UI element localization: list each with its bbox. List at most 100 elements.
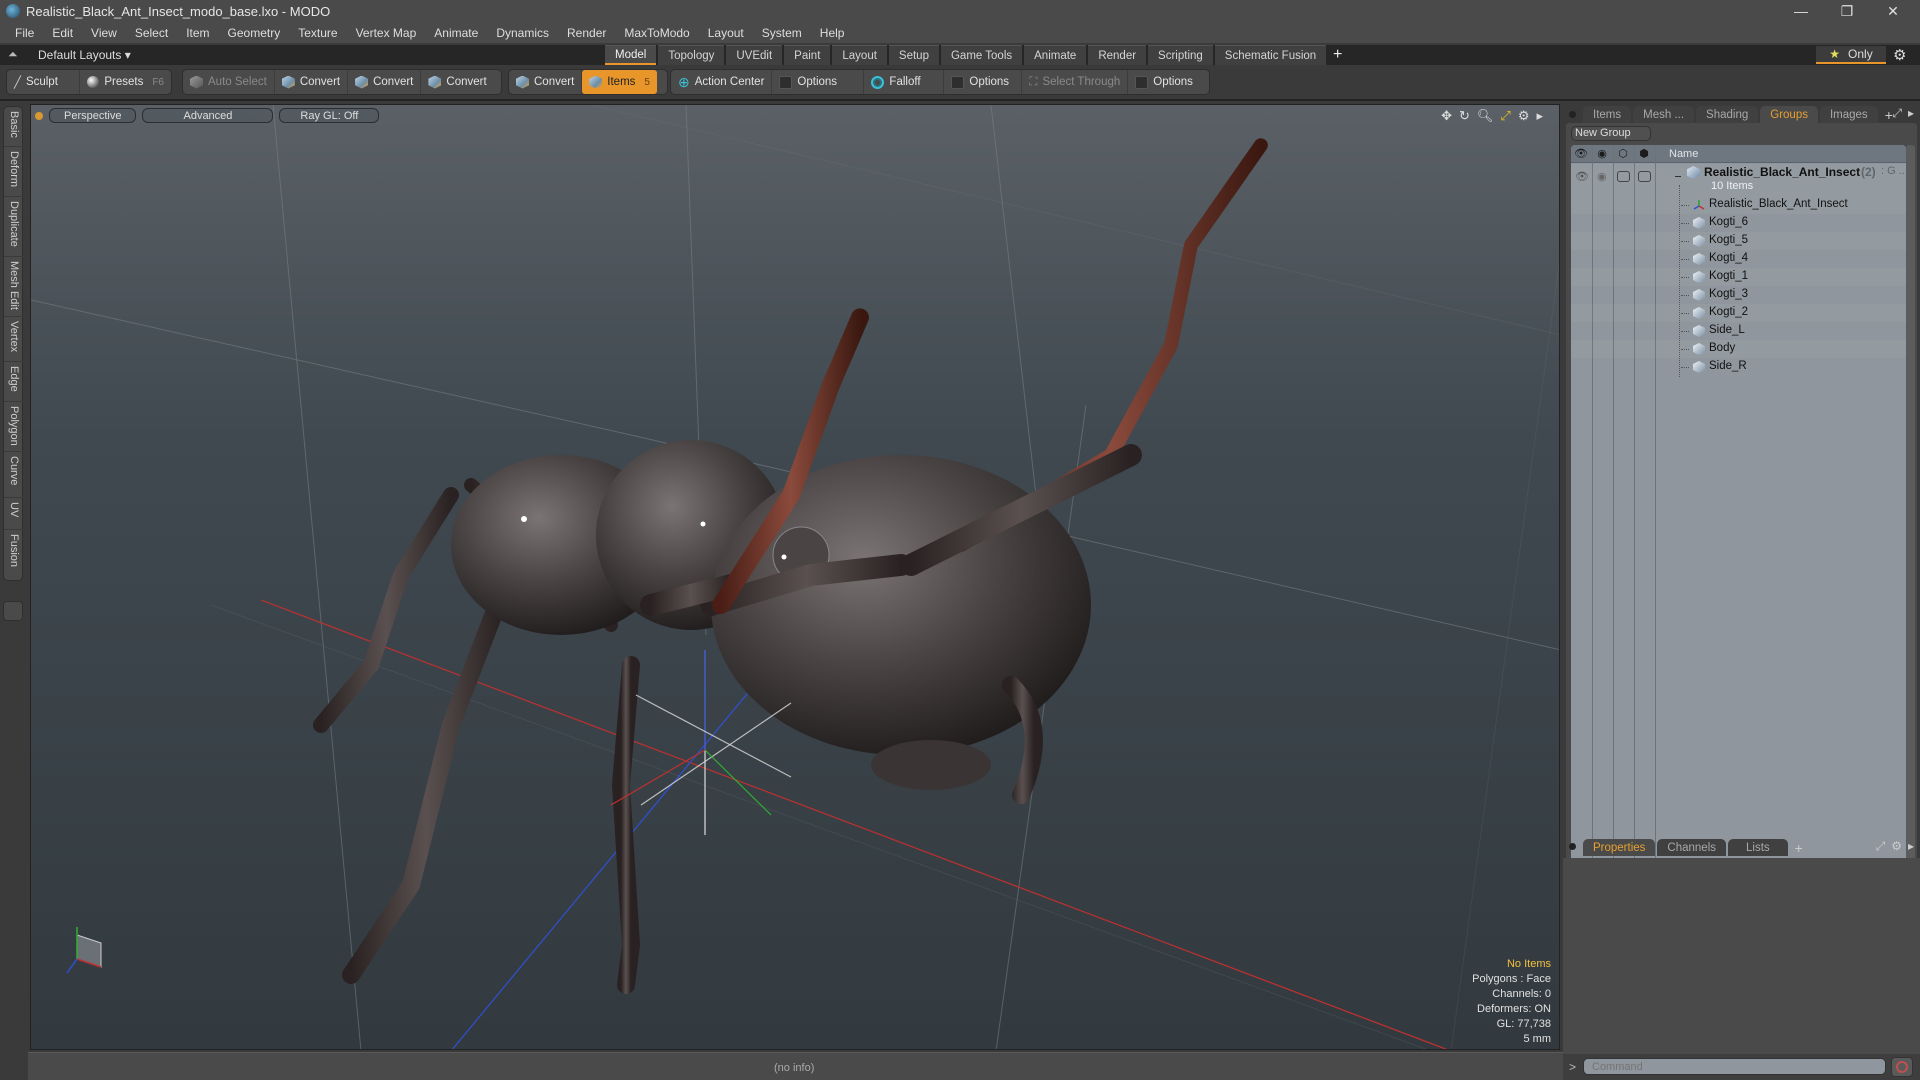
lock-toggle[interactable] <box>1617 171 1630 182</box>
list-item[interactable]: Kogti_6 <box>1571 214 1906 232</box>
select-column-icon[interactable]: ⬢ <box>1635 147 1653 160</box>
record-macro-button[interactable] <box>1891 1057 1913 1077</box>
menu-geometry[interactable]: Geometry <box>219 26 290 40</box>
menu-edit[interactable]: Edit <box>43 26 82 40</box>
convert-button-1[interactable]: Convert <box>275 70 349 94</box>
add-panel-tab-button[interactable]: + <box>1790 840 1808 856</box>
rotate-icon[interactable]: ↻ <box>1459 108 1470 124</box>
3d-viewport[interactable]: Perspective Advanced Ray GL: Off ✥ ↻ 🔍︎ … <box>30 104 1560 1050</box>
panel-gear-icon[interactable]: ⚙ <box>1891 839 1902 854</box>
new-group-button[interactable]: New Group <box>1571 126 1651 141</box>
presets-button[interactable]: Presets F6 <box>80 70 171 94</box>
tab-channels[interactable]: Channels <box>1657 839 1727 856</box>
tab-lists[interactable]: Lists <box>1728 839 1788 856</box>
maximize-icon[interactable]: ⤢ <box>1500 108 1510 124</box>
tab-animate[interactable]: Animate <box>1024 45 1087 65</box>
list-item[interactable]: Kogti_2 <box>1571 304 1906 322</box>
menu-render[interactable]: Render <box>558 26 615 40</box>
layout-expand-icon[interactable]: ⏶ <box>8 47 18 62</box>
list-item[interactable]: Kogti_3 <box>1571 286 1906 304</box>
menu-system[interactable]: System <box>753 26 811 40</box>
add-tab-button[interactable]: + <box>1333 45 1342 65</box>
menu-select[interactable]: Select <box>126 26 177 40</box>
panel-menu-dot[interactable] <box>1569 111 1576 118</box>
tab-mesh[interactable]: Mesh ... <box>1633 106 1695 123</box>
vtab-vertex[interactable]: Vertex <box>4 317 24 362</box>
layouts-dropdown[interactable]: Default Layouts ▾ <box>38 48 131 62</box>
menu-vertex-map[interactable]: Vertex Map <box>347 26 426 40</box>
tab-model[interactable]: Model <box>605 45 657 65</box>
vtab-uv[interactable]: UV <box>4 498 24 530</box>
tab-shading[interactable]: Shading <box>1696 106 1759 123</box>
visibility-column-icon[interactable]: 👁︎ <box>1572 147 1590 160</box>
view-mode-dropdown[interactable]: Perspective <box>49 108 137 123</box>
command-input[interactable] <box>1583 1058 1886 1075</box>
minimize-button[interactable]: — <box>1778 0 1824 22</box>
vtab-deform[interactable]: Deform <box>4 147 24 197</box>
tab-setup[interactable]: Setup <box>888 45 939 65</box>
tab-images[interactable]: Images <box>1819 106 1878 123</box>
viewport-menu-dot[interactable] <box>35 111 43 120</box>
list-item[interactable]: Realistic_Black_Ant_Insect <box>1571 196 1906 214</box>
action-center-options[interactable]: Options <box>772 70 865 94</box>
shading-dropdown[interactable]: Advanced <box>142 108 274 123</box>
items-mode-button[interactable]: Items 5 <box>582 70 657 94</box>
sculpt-button[interactable]: ╱ Sculpt <box>7 70 81 94</box>
vtab-duplicate[interactable]: Duplicate <box>4 197 24 257</box>
panel-menu-dot[interactable] <box>1569 843 1576 850</box>
menu-dynamics[interactable]: Dynamics <box>487 26 558 40</box>
restore-button[interactable]: ❐ <box>1824 0 1870 22</box>
vtab-mesh-edit[interactable]: Mesh Edit <box>4 257 24 317</box>
render-column-icon[interactable]: ◉ <box>1593 147 1611 160</box>
zoom-icon[interactable]: 🔍︎ <box>1477 108 1494 124</box>
tab-items[interactable]: Items <box>1583 106 1632 123</box>
menu-view[interactable]: View <box>82 26 126 40</box>
convert-button-4[interactable]: Convert <box>509 70 583 94</box>
list-item[interactable]: Kogti_5 <box>1571 232 1906 250</box>
action-center-button[interactable]: ⊕ Action Center <box>671 70 773 94</box>
convert-button-2[interactable]: Convert <box>348 70 422 94</box>
list-item[interactable]: Kogti_4 <box>1571 250 1906 268</box>
raygl-toggle[interactable]: Ray GL: Off <box>279 108 380 123</box>
visibility-eye-icon[interactable]: 👁︎ <box>1575 170 1589 183</box>
list-item[interactable]: Body <box>1571 340 1906 358</box>
auto-select-button[interactable]: Auto Select <box>183 70 275 94</box>
panel-arrow-icon[interactable]: ▸ <box>1908 839 1914 854</box>
vtab-edge[interactable]: Edge <box>4 362 24 402</box>
menu-item[interactable]: Item <box>177 26 218 40</box>
menu-help[interactable]: Help <box>811 26 854 40</box>
select-through-button[interactable]: ⛶ Select Through <box>1022 70 1129 94</box>
vtab-basic[interactable]: Basic <box>4 107 24 147</box>
close-button[interactable]: ✕ <box>1870 0 1916 22</box>
expand-panel-icon[interactable]: ⤢ <box>1892 106 1902 121</box>
list-item[interactable]: Side_L <box>1571 322 1906 340</box>
falloff-options[interactable]: Options <box>944 70 1023 94</box>
tab-schematic-fusion[interactable]: Schematic Fusion <box>1214 45 1327 65</box>
menu-maxtomodo[interactable]: MaxToModo <box>615 26 698 40</box>
group-row[interactable]: 👁︎ ◉ Realistic_Black_Ant_Insect (2) : G … <box>1571 164 1906 196</box>
collapse-toggle[interactable] <box>1675 176 1681 177</box>
vtab-fusion[interactable]: Fusion <box>4 530 24 578</box>
list-item[interactable]: Side_R <box>1571 358 1906 376</box>
tab-topology[interactable]: Topology <box>658 45 725 65</box>
tab-scripting[interactable]: Scripting <box>1148 45 1213 65</box>
falloff-button[interactable]: Falloff <box>864 70 945 94</box>
tab-layout[interactable]: Layout <box>832 45 887 65</box>
vtab-curve[interactable]: Curve <box>4 452 24 498</box>
only-toggle[interactable]: ★ Only <box>1816 46 1886 64</box>
menu-file[interactable]: File <box>6 26 43 40</box>
list-item[interactable]: Kogti_1 <box>1571 268 1906 286</box>
tab-paint[interactable]: Paint <box>784 45 831 65</box>
outliner-scrollbar[interactable] <box>1906 145 1915 925</box>
tab-properties[interactable]: Properties <box>1583 839 1656 856</box>
convert-button-3[interactable]: Convert <box>421 70 493 94</box>
gear-icon[interactable]: ⚙ <box>1893 46 1906 64</box>
viewport-expand-arrow-icon[interactable]: ▸ <box>1536 108 1543 124</box>
pan-icon[interactable]: ✥ <box>1441 108 1452 124</box>
vtab-polygon[interactable]: Polygon <box>4 402 24 452</box>
tab-groups[interactable]: Groups <box>1760 106 1818 123</box>
panel-arrow-icon[interactable]: ▸ <box>1908 106 1914 121</box>
menu-animate[interactable]: Animate <box>425 26 487 40</box>
extra-tab-button[interactable] <box>3 601 23 621</box>
tab-render[interactable]: Render <box>1088 45 1147 65</box>
